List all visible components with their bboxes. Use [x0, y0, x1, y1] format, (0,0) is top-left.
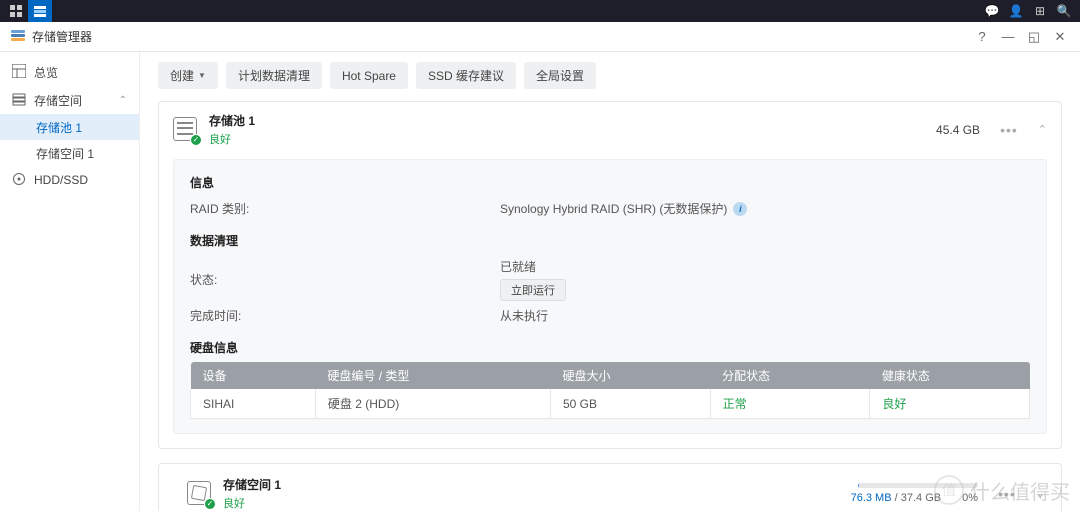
scrub-status-value: 已就绪	[500, 258, 536, 275]
hdd-icon	[12, 172, 26, 189]
disk-table: 设备 硬盘编号 / 类型 硬盘大小 分配状态 健康状态 SIHAI 硬盘 2 (…	[190, 362, 1030, 419]
scrub-status-row: 状态: 已就绪 立即运行	[190, 255, 1030, 304]
more-actions-icon[interactable]: •••	[1000, 122, 1018, 138]
window-titlebar: 存储管理器 ? — ◱ ✕	[0, 22, 1080, 52]
caret-down-icon: ▼	[198, 71, 206, 80]
volume-icon: ✓	[187, 481, 213, 507]
volume-title: 存储空间 1	[223, 476, 281, 493]
hot-spare-button[interactable]: Hot Spare	[330, 62, 408, 89]
scrub-status-label: 状态:	[190, 271, 500, 288]
taskbar-apps-icon[interactable]	[4, 0, 28, 22]
cell-device: SIHAI	[191, 389, 316, 419]
taskbar-widgets-icon[interactable]: ⊞	[1028, 0, 1052, 22]
scrub-schedule-button[interactable]: 计划数据清理	[226, 62, 322, 89]
table-row[interactable]: SIHAI 硬盘 2 (HDD) 50 GB 正常 良好	[191, 389, 1030, 419]
sidebar-label: 存储池 1	[36, 119, 82, 136]
th-device: 设备	[191, 362, 316, 389]
volume-status: 良好	[223, 495, 281, 511]
sidebar-item-storage[interactable]: 存储空间 ⌃	[0, 86, 139, 114]
content-area: 创建 ▼ 计划数据清理 Hot Spare SSD 缓存建议 全局设置 ✓ 存储…	[140, 52, 1080, 511]
status-ok-badge: ✓	[204, 498, 216, 510]
usage-meter: 76.3 MB / 37.4 GB 0%	[851, 483, 978, 504]
th-size: 硬盘大小	[550, 362, 710, 389]
th-health: 健康状态	[870, 362, 1030, 389]
usage-percent: 0%	[962, 492, 978, 504]
chevron-down-icon[interactable]: ⌄	[1036, 487, 1045, 500]
section-title-scrub: 数据清理	[190, 232, 1030, 249]
sidebar-item-overview[interactable]: 总览	[0, 58, 139, 86]
total-size: 37.4 GB	[901, 492, 941, 504]
scrub-finish-row: 完成时间: 从未执行	[190, 304, 1030, 327]
sidebar: 总览 存储空间 ⌃ 存储池 1 存储空间 1 HDD/SSD	[0, 52, 140, 511]
sidebar-sub-pool1[interactable]: 存储池 1	[0, 114, 139, 140]
card-body: 信息 RAID 类别: Synology Hybrid RAID (SHR) (…	[159, 157, 1061, 448]
app-icon	[10, 27, 26, 46]
maximize-button[interactable]: ◱	[1024, 27, 1044, 47]
scrub-finish-label: 完成时间:	[190, 307, 500, 324]
th-alloc: 分配状态	[710, 362, 870, 389]
th-slot: 硬盘编号 / 类型	[315, 362, 550, 389]
window-title: 存储管理器	[32, 28, 92, 45]
chevron-up-icon[interactable]: ⌃	[1038, 123, 1047, 136]
taskbar-user-icon[interactable]: 👤	[1004, 0, 1028, 22]
scrub-finish-value: 从未执行	[500, 307, 548, 324]
raid-label: RAID 类别:	[190, 200, 500, 217]
raid-value: Synology Hybrid RAID (SHR) (无数据保护)	[500, 200, 727, 217]
taskbar-storage-icon[interactable]	[28, 0, 52, 22]
toolbar: 创建 ▼ 计划数据清理 Hot Spare SSD 缓存建议 全局设置	[158, 62, 1062, 89]
pool-icon: ✓	[173, 117, 199, 143]
sidebar-sub-volume1[interactable]: 存储空间 1	[0, 140, 139, 166]
button-label: 创建	[170, 67, 194, 84]
section-title-disk: 硬盘信息	[190, 339, 1030, 356]
taskbar-chat-icon[interactable]: 💬	[980, 0, 1004, 22]
close-button[interactable]: ✕	[1050, 27, 1070, 47]
sidebar-label: 总览	[34, 64, 58, 81]
storage-icon	[12, 92, 26, 109]
more-actions-icon[interactable]: •••	[998, 486, 1016, 502]
cell-slot: 硬盘 2 (HDD)	[315, 389, 550, 419]
info-icon[interactable]: i	[733, 202, 747, 216]
global-settings-button[interactable]: 全局设置	[524, 62, 596, 89]
overview-icon	[12, 64, 26, 81]
system-taskbar: 💬 👤 ⊞ 🔍	[0, 0, 1080, 22]
storage-pool-card: ✓ 存储池 1 良好 45.4 GB ••• ⌃ 信息 RAID 类别:	[158, 101, 1062, 449]
pool-status: 良好	[209, 131, 255, 147]
pool-size: 45.4 GB	[936, 123, 980, 137]
cell-size: 50 GB	[550, 389, 710, 419]
raid-row: RAID 类别: Synology Hybrid RAID (SHR) (无数据…	[190, 197, 1030, 220]
table-header-row: 设备 硬盘编号 / 类型 硬盘大小 分配状态 健康状态	[191, 362, 1030, 389]
sidebar-label: 存储空间 1	[36, 145, 94, 162]
card-header[interactable]: ✓ 存储空间 1 良好 76.3 MB / 37.4 GB 0%	[159, 464, 1061, 511]
cell-alloc: 正常	[710, 389, 870, 419]
sidebar-label: 存储空间	[34, 92, 82, 109]
minimize-button[interactable]: —	[998, 27, 1018, 47]
ssd-cache-button[interactable]: SSD 缓存建议	[416, 62, 516, 89]
volume-card: ✓ 存储空间 1 良好 76.3 MB / 37.4 GB 0%	[158, 463, 1062, 511]
pool-title: 存储池 1	[209, 112, 255, 129]
sidebar-label: HDD/SSD	[34, 173, 88, 187]
run-now-button[interactable]: 立即运行	[500, 279, 566, 301]
sidebar-item-hdd[interactable]: HDD/SSD	[0, 166, 139, 194]
section-title-info: 信息	[190, 174, 1030, 191]
taskbar-search-icon[interactable]: 🔍	[1052, 0, 1076, 22]
help-button[interactable]: ?	[972, 27, 992, 47]
create-button[interactable]: 创建 ▼	[158, 62, 218, 89]
chevron-up-icon: ⌃	[119, 95, 127, 106]
used-size: 76.3 MB	[851, 492, 892, 504]
status-ok-badge: ✓	[190, 134, 202, 146]
card-header[interactable]: ✓ 存储池 1 良好 45.4 GB ••• ⌃	[159, 102, 1061, 157]
cell-health: 良好	[870, 389, 1030, 419]
